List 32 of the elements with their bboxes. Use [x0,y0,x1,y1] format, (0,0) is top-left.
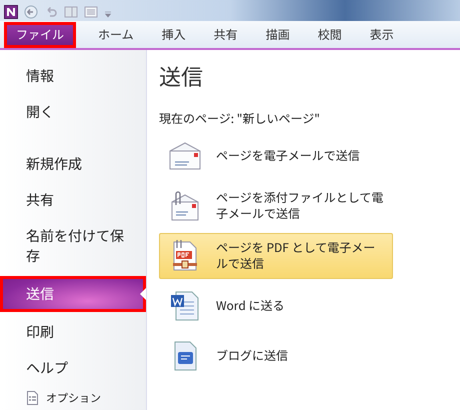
sidebar-item[interactable]: 印刷 [0,314,146,350]
word-document-icon [170,290,200,322]
ribbon-tab[interactable]: 表示 [356,22,408,48]
sidebar-item[interactable]: 名前を付けて保存 [0,218,146,274]
send-option[interactable]: ページを添付ファイルとして電子メールで送信 [159,183,393,229]
page-icon[interactable] [84,4,98,19]
current-page-label: 現在のページ: "新しいページ" [159,110,321,127]
ribbon-tab[interactable]: ホーム [84,22,148,48]
file-tab[interactable]: ファイル [4,22,76,48]
document-icon [26,391,38,405]
sidebar-item[interactable]: 新規作成 [0,146,146,182]
pdf-document-icon [170,240,200,272]
sidebar-item[interactable]: 共有 [0,182,146,218]
ribbon-tab[interactable]: 共有 [200,22,252,48]
envelope-icon [169,142,201,170]
send-option[interactable]: ページを PDF として電子メールで送信 [159,233,393,279]
back-icon[interactable] [24,4,38,19]
app-logo-icon[interactable] [4,4,18,19]
sidebar-item[interactable]: ヘルプ [0,350,146,386]
send-option[interactable]: ページを電子メールで送信 [159,133,393,179]
sidebar-item[interactable]: 送信 [0,276,146,312]
ribbon-tab[interactable]: 校閲 [304,22,356,48]
sidebar-item[interactable]: 開く [0,94,146,130]
send-option[interactable]: Word に送る [159,283,393,329]
options-menu-item[interactable]: オプション [0,386,146,410]
layout-icon[interactable] [64,4,78,19]
sidebar-item[interactable]: 情報 [0,58,146,94]
ribbon-tab[interactable]: 描画 [252,22,304,48]
ribbon-tab[interactable]: 挿入 [148,22,200,48]
panel-title: 送信 [159,59,204,92]
send-option[interactable]: ブログに送信 [159,333,393,379]
envelope-attachment-icon [169,191,201,221]
